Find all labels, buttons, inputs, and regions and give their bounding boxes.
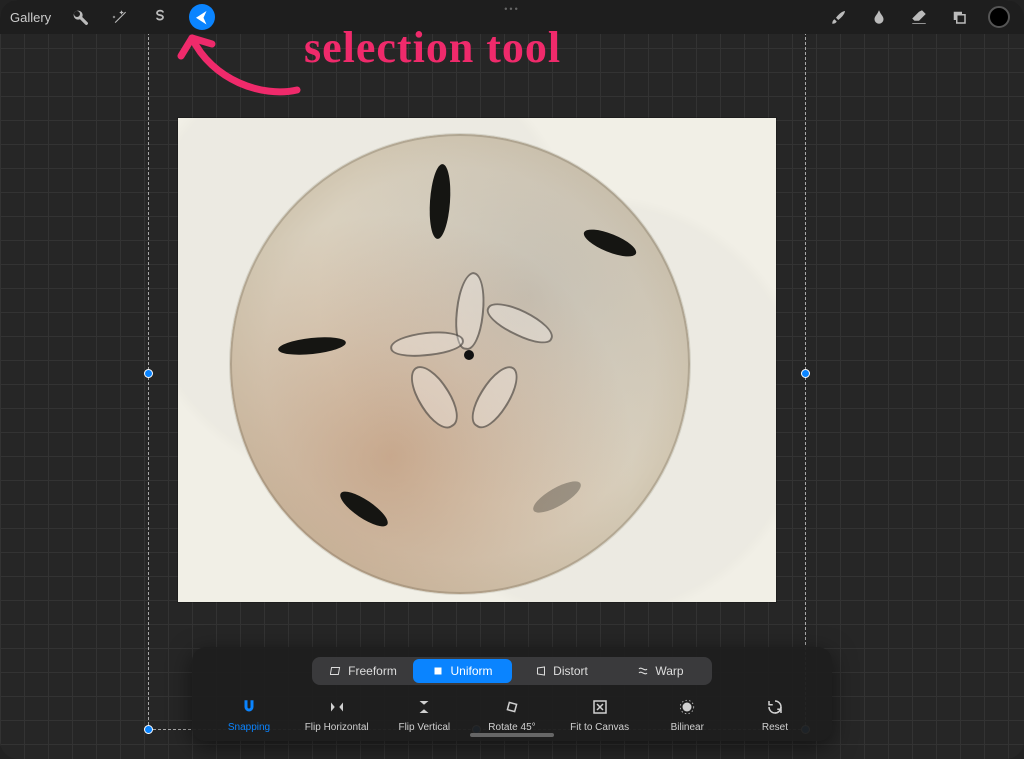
brush-icon[interactable]	[828, 6, 850, 28]
reset-icon	[765, 697, 785, 717]
flip-vertical-label: Flip Vertical	[398, 722, 450, 733]
magnet-icon	[239, 697, 259, 717]
bilinear-label: Bilinear	[671, 722, 704, 733]
snapping-button[interactable]: Snapping	[210, 697, 288, 733]
mode-freeform[interactable]: Freeform	[314, 659, 413, 683]
fit-to-canvas-label: Fit to Canvas	[570, 722, 629, 733]
transform-toolbar: Freeform Uniform Distort Warp Snapping	[192, 647, 832, 741]
transform-actions-row: Snapping Flip Horizontal Flip Vertical R…	[202, 697, 822, 733]
resize-handle-right[interactable]	[801, 369, 810, 378]
flip-vertical-button[interactable]: Flip Vertical	[385, 697, 463, 733]
artwork-layer[interactable]	[178, 118, 776, 602]
wrench-icon[interactable]	[69, 6, 91, 28]
snapping-label: Snapping	[228, 722, 270, 733]
interpolation-icon	[677, 697, 697, 717]
mode-freeform-label: Freeform	[348, 664, 397, 678]
mode-warp-label: Warp	[655, 664, 683, 678]
resize-handle-left[interactable]	[144, 369, 153, 378]
mode-uniform-label: Uniform	[450, 664, 492, 678]
selection-s-icon[interactable]	[149, 6, 171, 28]
mode-uniform[interactable]: Uniform	[413, 659, 512, 683]
flip-horizontal-button[interactable]: Flip Horizontal	[298, 697, 376, 733]
home-indicator	[470, 733, 554, 737]
resize-handle-bottom-left[interactable]	[144, 725, 153, 734]
rotate-icon	[502, 697, 522, 717]
sand-dollar-painting	[230, 134, 690, 594]
flip-horizontal-label: Flip Horizontal	[305, 722, 369, 733]
magic-wand-icon[interactable]	[109, 6, 131, 28]
top-toolbar: ••• Gallery	[0, 0, 1024, 34]
layers-icon[interactable]	[948, 6, 970, 28]
reset-label: Reset	[762, 722, 788, 733]
transform-mode-segmented: Freeform Uniform Distort Warp	[312, 657, 712, 685]
flip-horizontal-icon	[327, 697, 347, 717]
drag-indicator-icon: •••	[504, 4, 519, 14]
bilinear-button[interactable]: Bilinear	[648, 697, 726, 733]
color-swatch[interactable]	[988, 6, 1010, 28]
fit-to-canvas-button[interactable]: Fit to Canvas	[561, 697, 639, 733]
fit-icon	[590, 697, 610, 717]
rotate-45-button[interactable]: Rotate 45°	[473, 697, 551, 733]
mode-distort-label: Distort	[553, 664, 588, 678]
eraser-icon[interactable]	[908, 6, 930, 28]
mode-distort[interactable]: Distort	[512, 659, 611, 683]
gallery-button[interactable]: Gallery	[10, 10, 51, 25]
reset-button[interactable]: Reset	[736, 697, 814, 733]
mode-warp[interactable]: Warp	[611, 659, 710, 683]
app-window: ••• Gallery	[0, 0, 1024, 759]
smudge-icon[interactable]	[868, 6, 890, 28]
rotate-45-label: Rotate 45°	[488, 722, 535, 733]
flip-vertical-icon	[414, 697, 434, 717]
transform-arrow-icon[interactable]	[189, 4, 215, 30]
